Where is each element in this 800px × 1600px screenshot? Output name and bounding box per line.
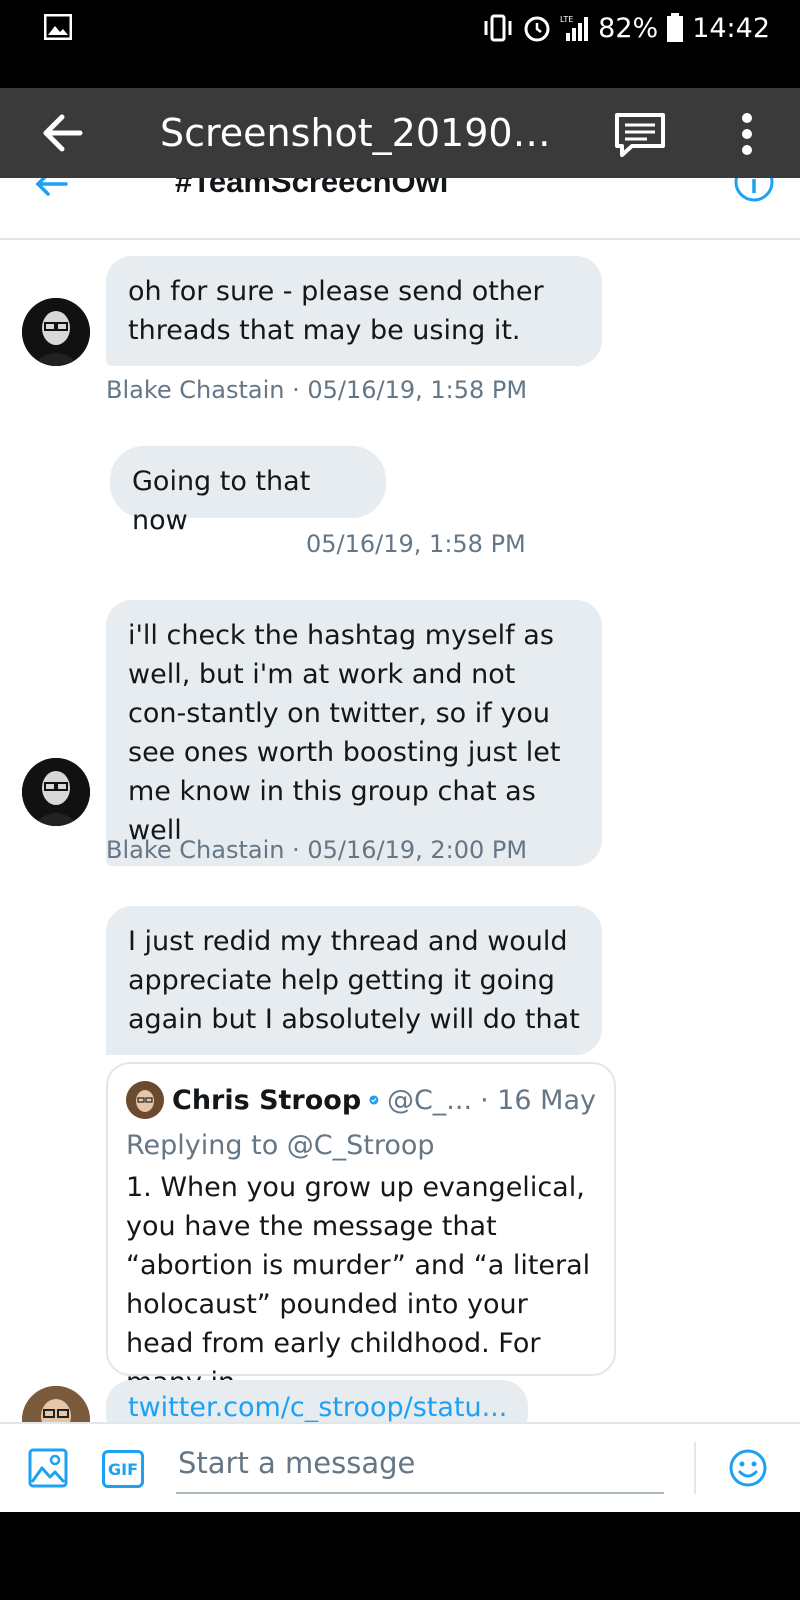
battery-icon [667,13,684,42]
tweet-handle: @C_... [386,1084,473,1116]
message-text: Going to that now [132,466,311,536]
tweet-header: Chris Stroop @C_... · 16 May [126,1078,596,1122]
emoji-icon[interactable] [728,1448,768,1488]
message-bubble[interactable]: I just redid my thread and would appreci… [106,906,602,1055]
link-text[interactable]: twitter.com/c_stroop/statu... [128,1392,507,1423]
info-icon[interactable] [732,178,776,204]
avatar[interactable] [22,298,90,366]
message-composer: GIF [0,1422,800,1512]
tweet-text: 1. When you grow up evangelical, you hav… [126,1172,591,1398]
status-icons: LTE 82% 14:42 [482,8,770,48]
quoted-tweet-card[interactable]: Chris Stroop @C_... · 16 May Replying to… [106,1062,616,1398]
status-bar: LTE 82% 14:42 [0,0,800,88]
viewer-title: Screenshot_2019052... [160,111,570,155]
alarm-icon [524,16,550,42]
back-arrow-icon[interactable] [42,112,84,154]
conversation-title: #TeamScreechOwl [175,178,449,199]
lte-signal-icon: LTE [560,15,589,41]
back-arrow-icon[interactable] [34,178,74,200]
tweet-date: · 16 May [480,1084,596,1116]
tweet-reply-to[interactable]: Replying to @C_Stroop [126,1126,596,1166]
message-bubble[interactable]: oh for sure - please send other threads … [106,256,602,366]
comment-icon[interactable] [614,112,666,158]
author-avatar [126,1081,164,1119]
svg-text:LTE: LTE [560,15,573,24]
message-meta: Blake Chastain · 05/16/19, 1:58 PM [106,376,528,404]
gallery-icon [44,14,72,40]
conversation-header: #TeamScreechOwl [0,178,800,240]
avatar-photo [22,298,90,366]
tweet-author: Chris Stroop [172,1084,362,1116]
message-text: oh for sure - please send other threads … [128,276,544,346]
more-vert-icon[interactable] [734,110,760,158]
gif-button[interactable]: GIF [102,1450,144,1488]
message-text: I just redid my thread and would appreci… [128,926,580,1035]
clock: 14:42 [692,12,770,44]
viewer-toolbar: Screenshot_2019052... [0,88,800,178]
verified-badge-icon [369,1095,379,1105]
vibrate-icon [484,14,512,42]
message-bubble[interactable]: Going to that now [110,446,386,536]
message-meta: 05/16/19, 1:58 PM [306,530,526,558]
message-meta: Blake Chastain · 05/16/19, 2:00 PM [106,836,528,864]
divider [694,1442,696,1494]
avatar[interactable] [22,758,90,826]
message-text: i'll check the hashtag myself as well, b… [128,620,561,846]
avatar-photo [22,758,90,826]
message-input[interactable] [176,1442,664,1494]
battery-percent: 82% [598,12,659,44]
system-nav-bar [0,1512,800,1600]
image-icon[interactable] [28,1448,68,1488]
message-bubble[interactable]: i'll check the hashtag myself as well, b… [106,600,602,866]
